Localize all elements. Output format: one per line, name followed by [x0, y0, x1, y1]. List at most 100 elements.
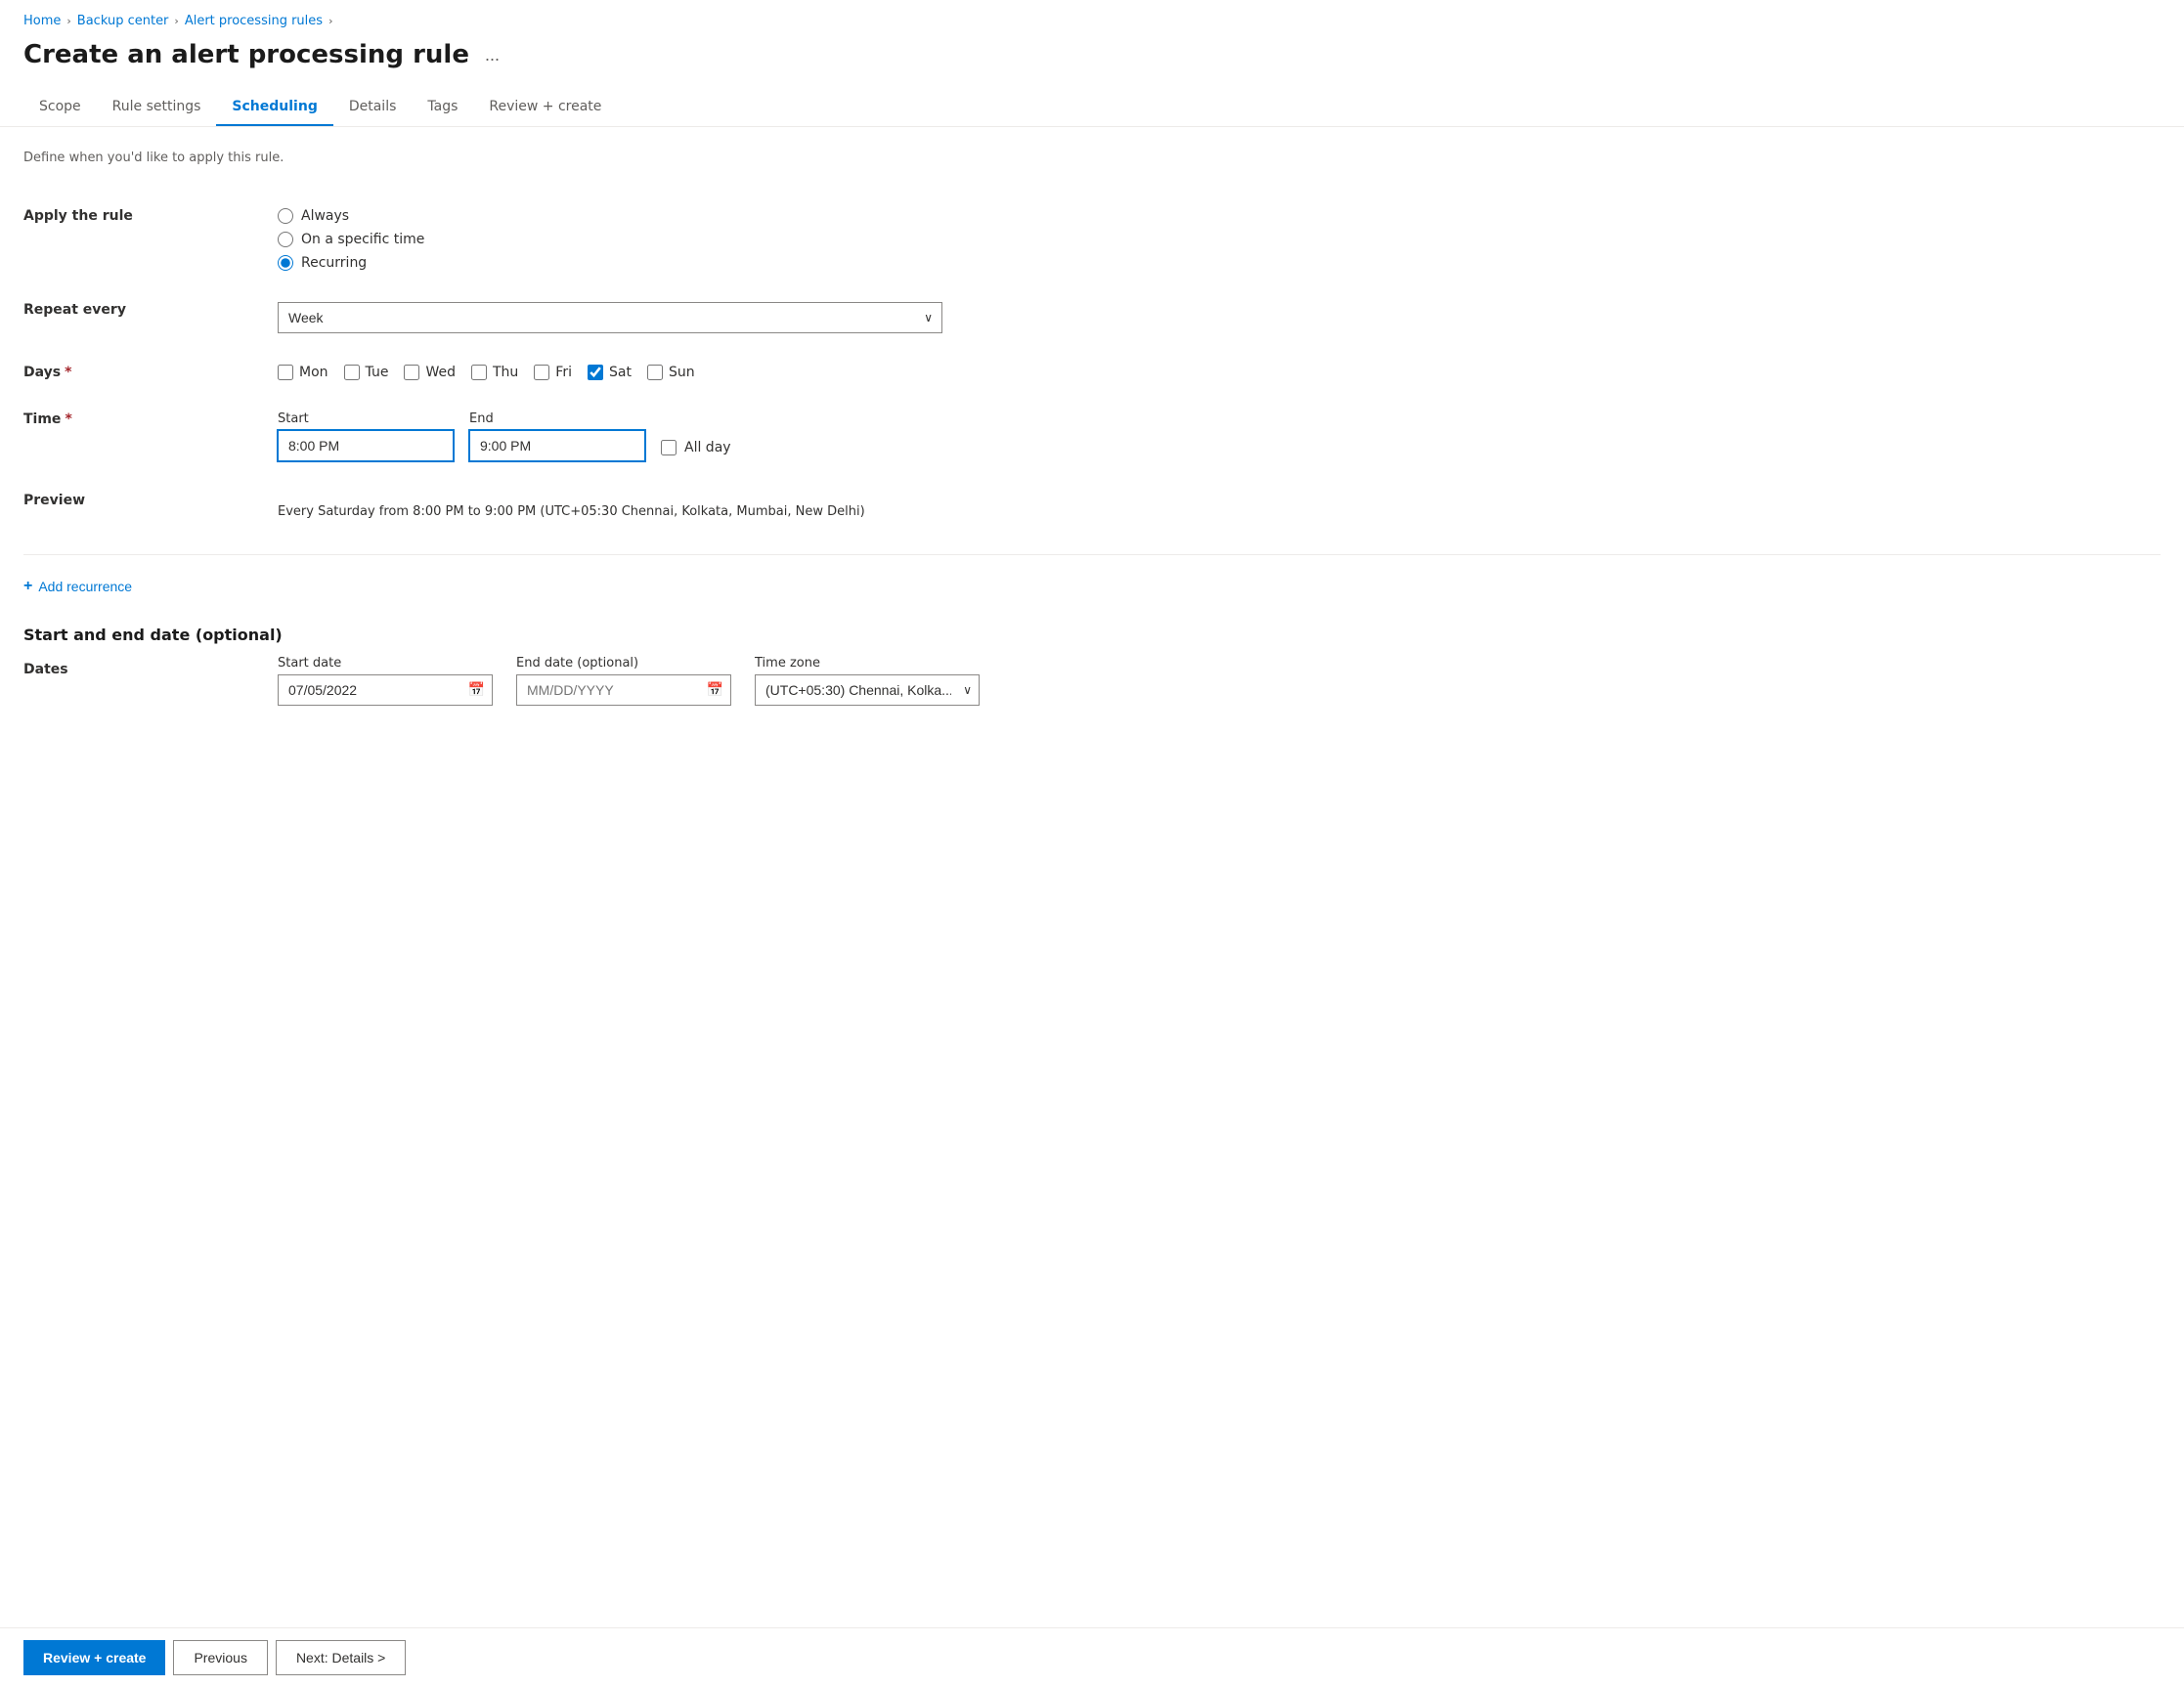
start-time-label: Start — [278, 411, 454, 426]
start-end-date-section: Start and end date (optional) Dates Star… — [23, 626, 2161, 706]
day-thu-checkbox[interactable] — [471, 365, 487, 380]
divider-1 — [23, 554, 2161, 555]
tab-rule-settings[interactable]: Rule settings — [97, 89, 217, 126]
day-wed-checkbox[interactable] — [404, 365, 419, 380]
day-tue-checkbox[interactable] — [344, 365, 360, 380]
page-title: Create an alert processing rule — [23, 40, 469, 69]
apply-rule-radio-group: Always On a specific time Recurring — [278, 208, 2161, 271]
page-title-row: Create an alert processing rule ... — [0, 34, 2184, 89]
allday-label: All day — [684, 440, 731, 455]
day-mon-checkbox[interactable] — [278, 365, 293, 380]
breadcrumb-home[interactable]: Home — [23, 14, 61, 28]
add-recurrence-label: Add recurrence — [38, 579, 132, 594]
breadcrumb-alert-rules[interactable]: Alert processing rules — [185, 14, 323, 28]
day-thu-label: Thu — [493, 365, 518, 380]
day-mon-label: Mon — [299, 365, 328, 380]
tab-scheduling[interactable]: Scheduling — [216, 89, 332, 126]
end-date-field: End date (optional) 📅 — [516, 656, 731, 706]
start-date-input-wrapper: 📅 — [278, 674, 493, 706]
start-date-label: Start date — [278, 656, 493, 670]
footer: Review + create Previous Next: Details > — [0, 1627, 2184, 1687]
breadcrumb-backup-center[interactable]: Backup center — [77, 14, 169, 28]
days-required: * — [65, 365, 71, 380]
tab-bar: ScopeRule settingsSchedulingDetailsTagsR… — [0, 89, 2184, 127]
radio-recurring[interactable]: Recurring — [278, 255, 2161, 271]
days-group: Mon Tue Wed Thu — [278, 365, 2161, 380]
day-fri-checkbox[interactable] — [534, 365, 549, 380]
breadcrumb: Home › Backup center › Alert processing … — [0, 0, 2184, 34]
dates-row: Start date 📅 End date (optional) 📅 — [278, 656, 2161, 706]
radio-specific-time-input[interactable] — [278, 232, 293, 247]
repeat-every-label: Repeat every — [23, 286, 278, 349]
repeat-every-control: Hour Day Week Month ∨ — [278, 286, 2161, 349]
end-time-label: End — [469, 411, 645, 426]
end-time-input[interactable] — [469, 430, 645, 461]
preview-label: Preview — [23, 477, 278, 546]
end-time-field: End — [469, 411, 645, 461]
radio-specific-time[interactable]: On a specific time — [278, 232, 2161, 247]
radio-specific-time-label: On a specific time — [301, 232, 424, 247]
preview-text: Every Saturday from 8:00 PM to 9:00 PM (… — [278, 493, 2161, 531]
repeat-every-select-wrapper: Hour Day Week Month ∨ — [278, 302, 942, 333]
previous-button[interactable]: Previous — [173, 1640, 267, 1675]
tab-tags[interactable]: Tags — [412, 89, 473, 126]
preview-control: Every Saturday from 8:00 PM to 9:00 PM (… — [278, 477, 2161, 546]
radio-recurring-label: Recurring — [301, 255, 367, 271]
day-tue[interactable]: Tue — [344, 365, 389, 380]
time-inputs-row: Start End All day — [278, 411, 2161, 461]
time-label: Time * — [23, 396, 278, 477]
radio-always-input[interactable] — [278, 208, 293, 224]
day-mon[interactable]: Mon — [278, 365, 328, 380]
day-wed-label: Wed — [425, 365, 456, 380]
days-label: Days * — [23, 349, 278, 396]
start-time-field: Start — [278, 411, 454, 461]
apply-rule-control: Always On a specific time Recurring — [278, 193, 2161, 286]
radio-always-label: Always — [301, 208, 349, 224]
apply-rule-section: Apply the rule Always On a specific time… — [23, 193, 2161, 546]
time-control: Start End All day — [278, 396, 2161, 477]
breadcrumb-sep-2: › — [174, 15, 178, 27]
days-control: Mon Tue Wed Thu — [278, 349, 2161, 396]
add-icon: + — [23, 579, 32, 594]
time-required: * — [65, 411, 71, 427]
tab-details[interactable]: Details — [333, 89, 413, 126]
end-date-label: End date (optional) — [516, 656, 731, 670]
day-sun-label: Sun — [669, 365, 695, 380]
day-sat-checkbox[interactable] — [588, 365, 603, 380]
dates-control: Start date 📅 End date (optional) 📅 — [278, 656, 2161, 706]
start-end-date-heading: Start and end date (optional) — [23, 626, 2161, 644]
breadcrumb-sep-1: › — [66, 15, 70, 27]
day-sun[interactable]: Sun — [647, 365, 695, 380]
page-subtitle: Define when you'd like to apply this rul… — [23, 151, 2161, 165]
allday-checkbox[interactable] — [661, 440, 677, 455]
start-date-field: Start date 📅 — [278, 656, 493, 706]
end-date-input[interactable] — [516, 674, 731, 706]
timezone-select[interactable]: (UTC+05:30) Chennai, Kolka... — [755, 674, 980, 706]
radio-recurring-input[interactable] — [278, 255, 293, 271]
radio-always[interactable]: Always — [278, 208, 2161, 224]
tab-scope[interactable]: Scope — [23, 89, 97, 126]
apply-rule-label: Apply the rule — [23, 193, 278, 286]
allday-checkbox-item[interactable]: All day — [661, 440, 731, 461]
dates-form-row: Dates Start date 📅 End date (optional) — [23, 656, 2161, 706]
review-create-button[interactable]: Review + create — [23, 1640, 165, 1675]
main-content: Define when you'd like to apply this rul… — [0, 127, 2184, 1627]
start-time-input[interactable] — [278, 430, 454, 461]
next-button[interactable]: Next: Details > — [276, 1640, 406, 1675]
breadcrumb-sep-3: › — [328, 15, 332, 27]
day-fri-label: Fri — [555, 365, 572, 380]
timezone-wrapper: (UTC+05:30) Chennai, Kolka... ∨ — [755, 674, 980, 706]
repeat-every-select[interactable]: Hour Day Week Month — [278, 302, 942, 333]
day-sun-checkbox[interactable] — [647, 365, 663, 380]
timezone-field: Time zone (UTC+05:30) Chennai, Kolka... … — [755, 656, 980, 706]
ellipsis-button[interactable]: ... — [479, 43, 505, 67]
day-sat[interactable]: Sat — [588, 365, 632, 380]
start-date-input[interactable] — [278, 674, 493, 706]
day-fri[interactable]: Fri — [534, 365, 572, 380]
dates-label: Dates — [23, 656, 278, 706]
day-thu[interactable]: Thu — [471, 365, 518, 380]
day-wed[interactable]: Wed — [404, 365, 456, 380]
add-recurrence-button[interactable]: + Add recurrence — [23, 575, 132, 598]
end-date-input-wrapper: 📅 — [516, 674, 731, 706]
tab-review-create[interactable]: Review + create — [473, 89, 617, 126]
